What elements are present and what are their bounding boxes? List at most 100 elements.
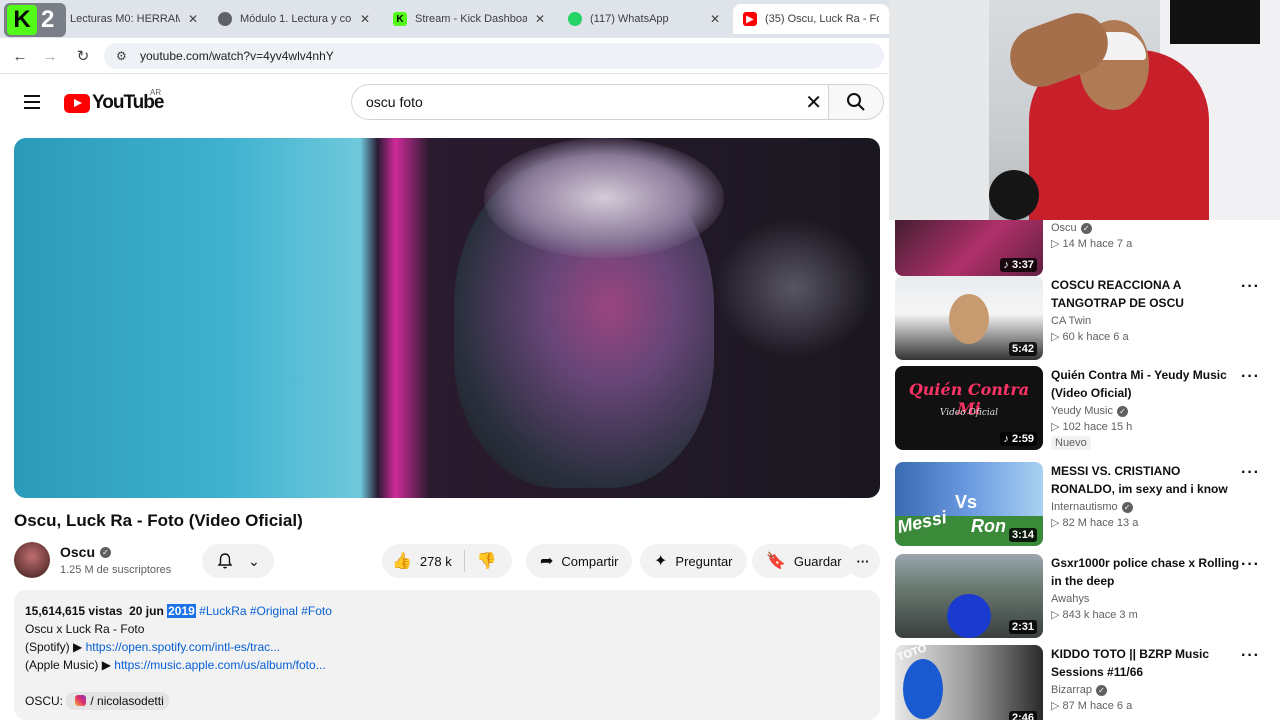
- like-dislike-bar: 👍 278 k 👎: [382, 544, 512, 578]
- thumbnail-subtitle-text: Video Oficial: [939, 408, 999, 418]
- search-icon: [847, 93, 865, 111]
- tab-modulo[interactable]: Módulo 1. Lectura y com ✕: [208, 4, 383, 34]
- channel-name[interactable]: Yeudy Music ✓: [1051, 405, 1241, 417]
- channel-name[interactable]: Oscu ✓: [60, 544, 112, 560]
- duration-badge: ♪ 3:37: [1000, 258, 1037, 272]
- instagram-handle: / nicolasodetti: [90, 694, 164, 708]
- address-bar[interactable]: ⚙ youtube.com/watch?v=4yv4wlv4nhY: [104, 43, 884, 69]
- url-text: youtube.com/watch?v=4yv4wlv4nhY: [140, 49, 334, 63]
- share-button[interactable]: ➦ Compartir: [526, 544, 633, 578]
- video-title[interactable]: KIDDO TOTO || BZRP Music Sessions #11/66: [1051, 645, 1241, 681]
- like-button[interactable]: 👍 278 k: [382, 550, 465, 572]
- channel-name[interactable]: Bizarrap ✓: [1051, 684, 1241, 696]
- channel-name[interactable]: Awahys: [1051, 593, 1241, 605]
- video-thumbnail[interactable]: Messi Vs Ron 3:14: [895, 462, 1043, 546]
- browser-tabbar: Lecturas M0: HERRAMIE ✕ Módulo 1. Lectur…: [0, 0, 889, 38]
- video-stats: ▷ 102 hace 15 h: [1051, 421, 1133, 433]
- search-input[interactable]: oscu foto ✕: [351, 84, 828, 120]
- tab-youtube[interactable]: ▶ (35) Oscu, Luck Ra - Fot: [733, 4, 889, 34]
- thumbnail-bike: [947, 594, 991, 638]
- more-options-icon[interactable]: ···: [1241, 464, 1260, 482]
- video-info: Oscu ✓ ▷ 14 M hace 7 a: [1051, 220, 1241, 250]
- video-stats: ▷ 60 k hace 6 a: [1051, 331, 1129, 343]
- video-thumbnail[interactable]: ♪ 3:37: [895, 220, 1043, 276]
- video-info: COSCU REACCIONA A TANGOTRAP DE OSCU CA T…: [1051, 276, 1241, 343]
- back-icon[interactable]: ←: [10, 46, 30, 66]
- close-icon[interactable]: ✕: [710, 12, 720, 26]
- more-horizontal-icon: ···: [856, 553, 870, 569]
- share-label: Compartir: [561, 553, 619, 569]
- youtube-play-icon: [64, 93, 90, 113]
- hashtags[interactable]: #LuckRa #Original #Foto: [199, 604, 332, 618]
- screen: Lecturas M0: HERRAMIE ✕ Módulo 1. Lectur…: [0, 0, 1280, 720]
- country-code: AR: [150, 88, 162, 97]
- verified-icon: ✓: [1116, 405, 1128, 417]
- apple-prefix: (Apple Music) ▶: [25, 658, 111, 672]
- instagram-icon: [75, 695, 87, 706]
- more-options-icon[interactable]: ···: [1241, 368, 1260, 386]
- webcam-overlay: [889, 0, 1280, 220]
- channel-name[interactable]: CA Twin: [1051, 315, 1241, 327]
- youtube-header: YouTube AR oscu foto ✕: [0, 74, 889, 130]
- clear-search-icon[interactable]: ✕: [805, 90, 822, 115]
- notification-bell-button[interactable]: ⌄: [202, 544, 274, 578]
- video-thumbnail[interactable]: Quién Contra Mi Video Oficial ♪ 2:59: [895, 366, 1043, 450]
- duration-badge: ♪ 2:59: [1000, 432, 1037, 446]
- more-options-icon[interactable]: ···: [1241, 278, 1260, 296]
- ask-button[interactable]: ✦ Preguntar: [640, 544, 747, 578]
- more-options-icon[interactable]: ···: [1241, 647, 1260, 665]
- video-player[interactable]: [14, 138, 880, 498]
- channel-avatar[interactable]: [14, 542, 50, 578]
- forward-icon[interactable]: →: [40, 46, 60, 66]
- video-title[interactable]: COSCU REACCIONA A TANGOTRAP DE OSCU: [1051, 276, 1241, 312]
- close-icon[interactable]: ✕: [535, 12, 545, 26]
- close-icon[interactable]: ✕: [188, 12, 198, 26]
- menu-icon[interactable]: [24, 95, 40, 109]
- save-label: Guardar: [793, 553, 842, 569]
- tab-whatsapp[interactable]: (117) WhatsApp ✕: [558, 4, 733, 34]
- instagram-link[interactable]: / nicolasodetti: [66, 692, 169, 710]
- verified-icon: ✓: [1121, 501, 1133, 513]
- video-frame-smoke: [714, 218, 874, 358]
- subscriber-count: 1.25 M de suscriptores: [60, 564, 172, 576]
- share-icon: ➦: [540, 553, 554, 570]
- duration-badge: 2:46: [1008, 711, 1037, 720]
- upload-date: 20 jun: [129, 604, 164, 618]
- channel-name-text: Oscu: [60, 544, 96, 560]
- more-options-icon[interactable]: ···: [1241, 556, 1260, 574]
- chevron-down-icon: ⌄: [248, 552, 260, 569]
- tab-kick[interactable]: K Stream - Kick Dashboar ✕: [383, 4, 558, 34]
- thumbnail-text-vs: Vs: [955, 492, 978, 512]
- reload-icon[interactable]: ↻: [73, 46, 93, 66]
- tab-title: Módulo 1. Lectura y com: [240, 13, 352, 25]
- close-icon[interactable]: ✕: [360, 12, 370, 26]
- duration-badge: 5:42: [1008, 342, 1037, 356]
- save-button[interactable]: 🔖 Guardar: [752, 544, 856, 578]
- thumbnail-person: [903, 659, 943, 719]
- more-actions-button[interactable]: ···: [846, 544, 880, 578]
- globe-icon: [218, 12, 232, 26]
- channel-name[interactable]: Oscu ✓: [1051, 222, 1241, 234]
- video-thumbnail[interactable]: 5:42: [895, 276, 1043, 360]
- dislike-button[interactable]: 👎: [465, 551, 497, 571]
- video-title[interactable]: MESSI VS. CRISTIANO RONALDO, im sexy and…: [1051, 462, 1241, 498]
- video-info: KIDDO TOTO || BZRP Music Sessions #11/66…: [1051, 645, 1241, 712]
- description-line: Oscu x Luck Ra - Foto: [25, 622, 145, 636]
- channel-name[interactable]: Internautismo ✓: [1051, 501, 1241, 513]
- ask-label: Preguntar: [675, 553, 733, 569]
- video-title[interactable]: Quién Contra Mi - Yeudy Music (Video Ofi…: [1051, 366, 1241, 402]
- youtube-logo[interactable]: YouTube AR: [64, 88, 164, 114]
- kick-logo-icon: K: [7, 5, 37, 35]
- video-title[interactable]: Gsxr1000r police chase x Rolling in the …: [1051, 554, 1241, 590]
- thumbnail-face: [949, 294, 989, 344]
- search-button[interactable]: [828, 84, 884, 120]
- channel-row: Oscu ✓ 1.25 M de suscriptores ⌄ 👍 278 k …: [14, 542, 880, 580]
- video-thumbnail[interactable]: 2:31: [895, 554, 1043, 638]
- site-settings-icon[interactable]: ⚙: [116, 49, 130, 63]
- apple-music-link[interactable]: https://music.apple.com/us/album/foto...: [114, 658, 325, 672]
- sparkle-icon: ✦: [654, 553, 668, 570]
- video-thumbnail[interactable]: TOTO 2:46: [895, 645, 1043, 720]
- video-stats: ▷ 87 M hace 6 a: [1051, 700, 1133, 712]
- spotify-link[interactable]: https://open.spotify.com/intl-es/trac...: [86, 640, 281, 654]
- description-box[interactable]: 15,614,615 vistas 20 jun 2019 #LuckRa #O…: [14, 590, 880, 720]
